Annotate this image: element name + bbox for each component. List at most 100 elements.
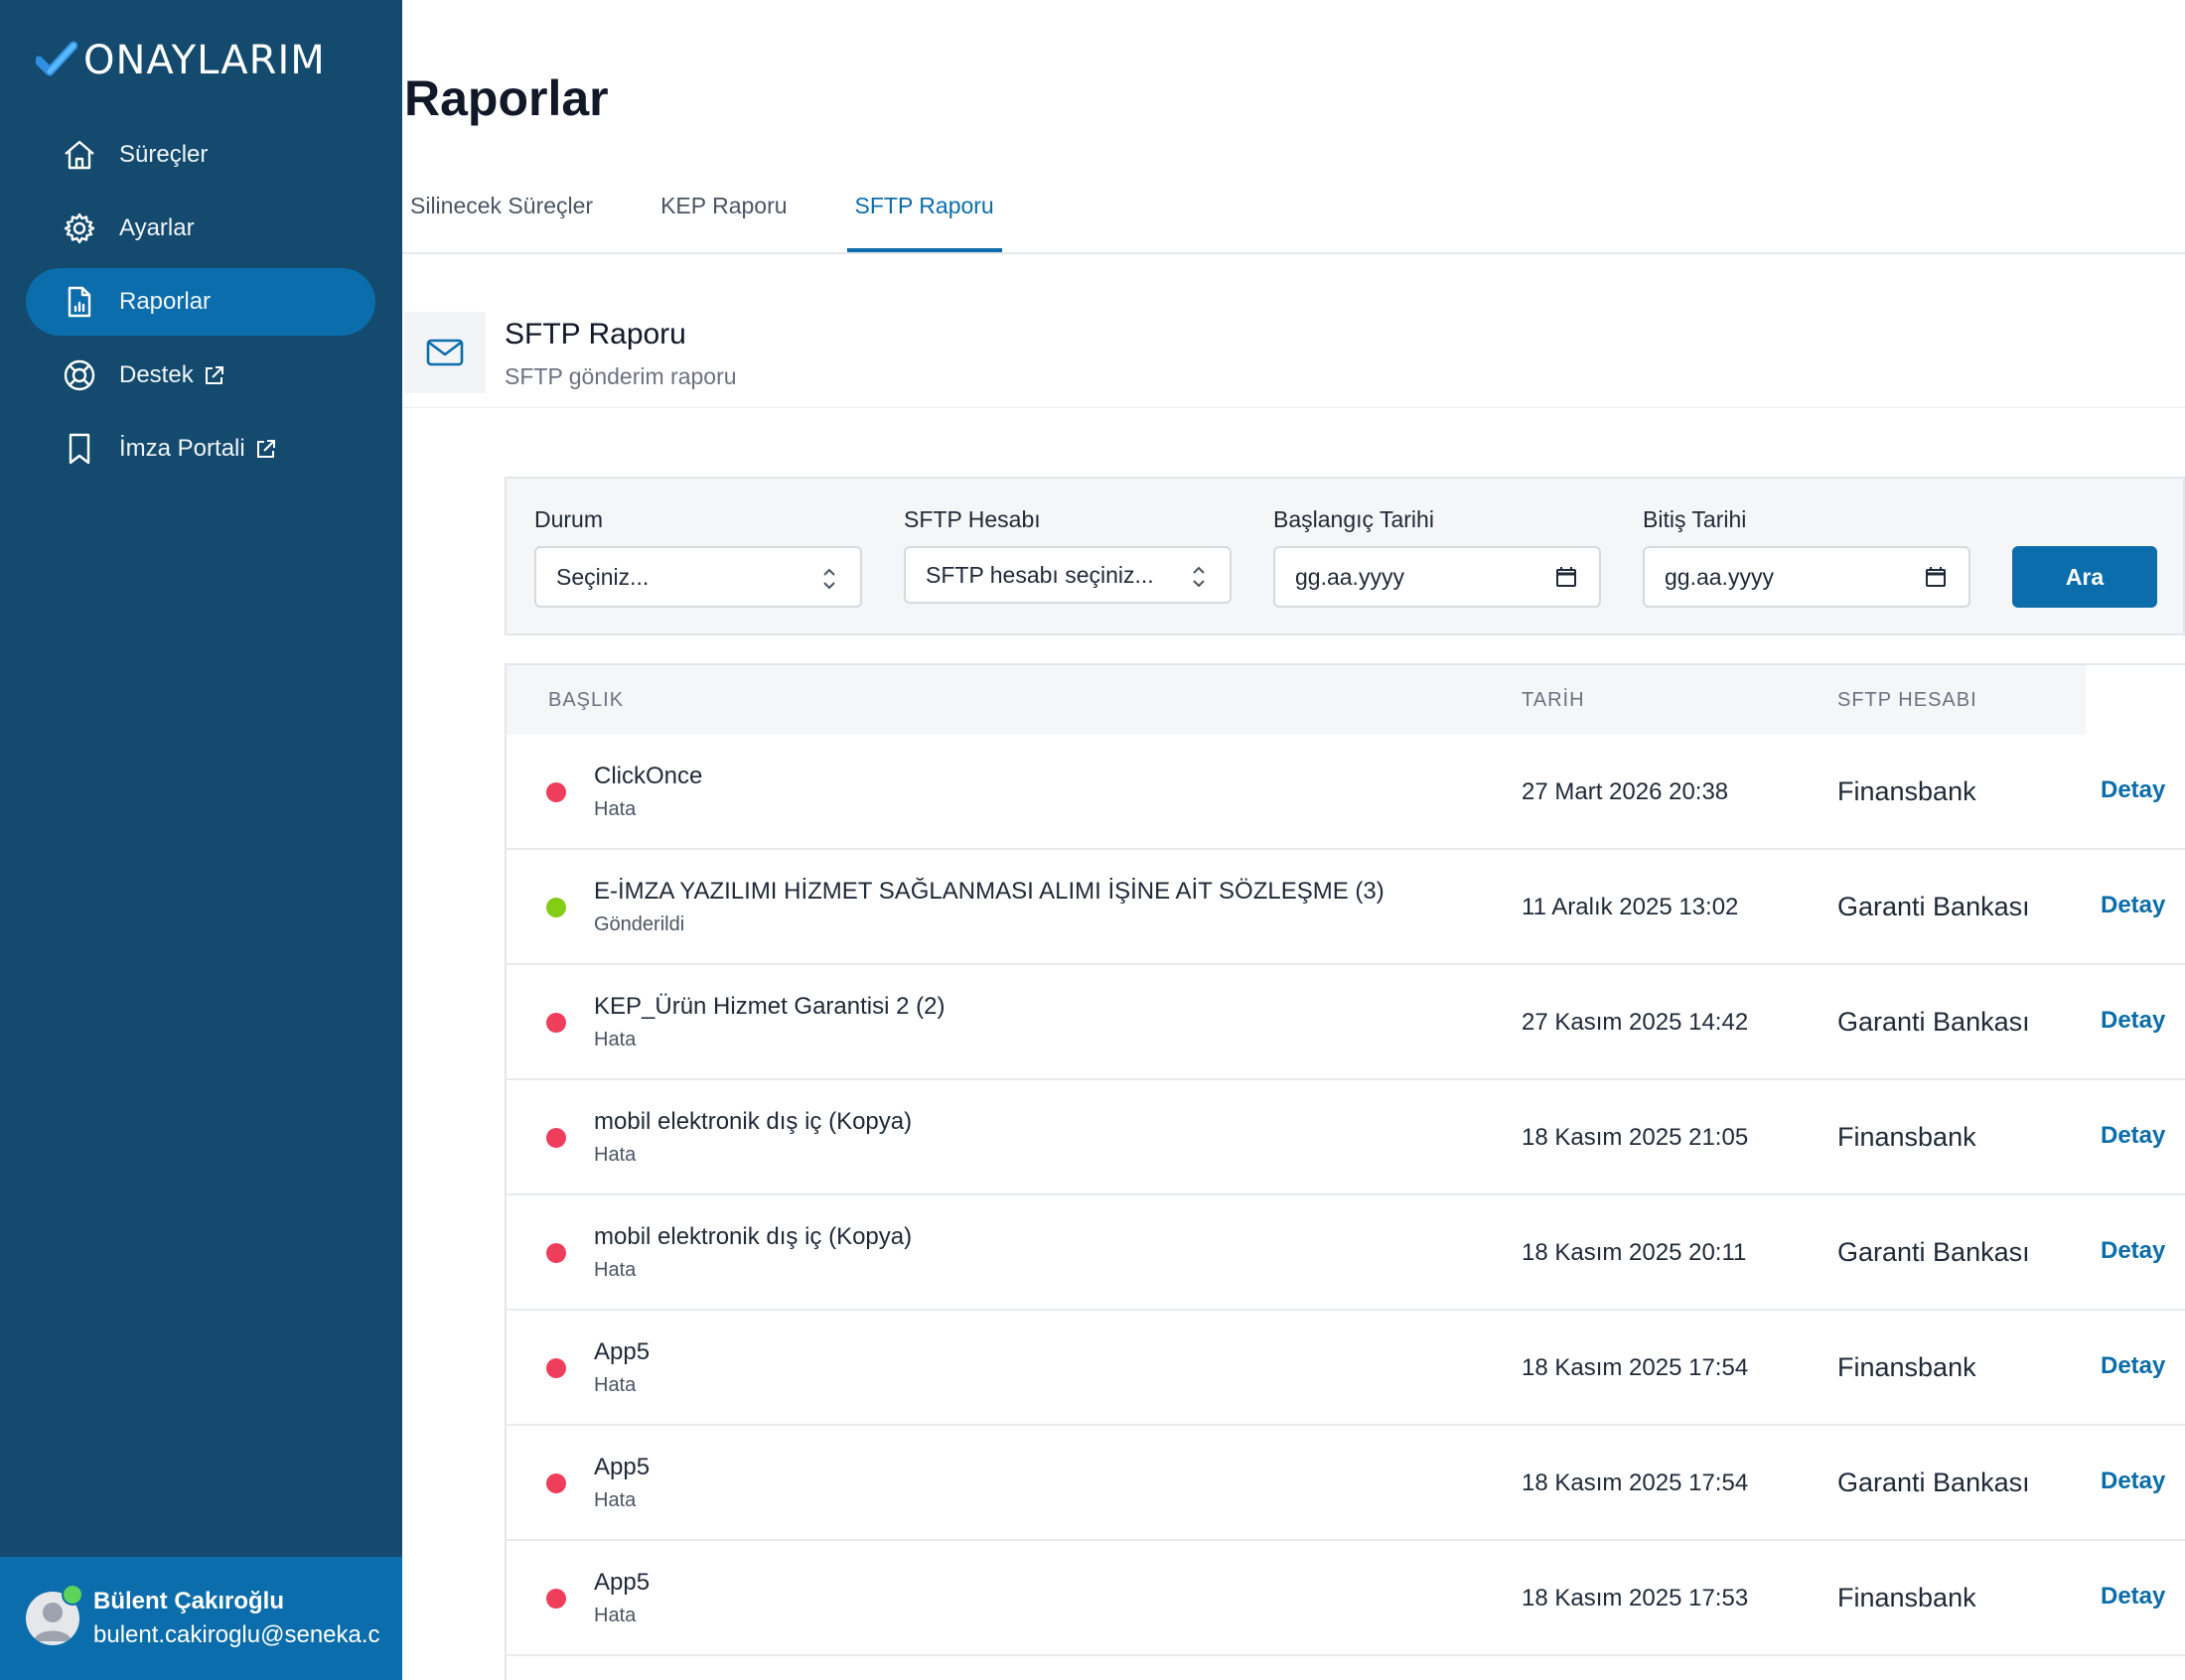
tab-kep-raporu[interactable]: KEP Raporu	[653, 185, 795, 242]
external-link-icon	[204, 364, 225, 386]
row-title: E-İMZA YAZILIMI HİZMET SAĞLANMASI ALIMI …	[594, 878, 1384, 905]
row-status: Gönderildi	[594, 913, 685, 935]
account-filter-label: SFTP Hesabı	[904, 506, 1041, 532]
table-row: ClickOnce Hata 27 Mart 2026 20:38 Finans…	[507, 735, 2185, 850]
brand-logo[interactable]: ONAYLARIM	[34, 38, 326, 83]
mail-icon	[404, 312, 486, 393]
detail-link[interactable]: Detay	[2101, 1352, 2165, 1380]
row-status: Hata	[594, 1374, 637, 1396]
sftp-account-select-value: SFTP hesabı seçiniz...	[926, 561, 1154, 588]
sidebar-item-label: İmza Portali	[119, 435, 245, 462]
bookmark-icon	[62, 431, 97, 467]
section-subtitle: SFTP gönderim raporu	[505, 363, 737, 389]
user-info: Bülent Çakıroğlu bulent.cakiroglu@seneka…	[93, 1588, 391, 1649]
row-account: Finansbank	[1837, 1352, 1976, 1382]
row-title: mobil elektronik dış iç (Kopya)	[594, 1108, 913, 1135]
sidebar: ONAYLARIM Süreçler Ayarlar Raporlar Dest…	[0, 0, 402, 1680]
start-date-input[interactable]: gg.aa.yyyy	[1273, 546, 1601, 608]
sidebar-item-label: Süreçler	[119, 141, 209, 168]
column-header-account: SFTP HESABI	[1837, 689, 1977, 711]
user-name: Bülent Çakıroğlu	[93, 1588, 285, 1614]
row-status: Hata	[594, 1489, 637, 1511]
status-dot	[546, 1013, 566, 1033]
search-button[interactable]: Ara	[2012, 546, 2157, 608]
row-date: 18 Kasım 2025 17:54	[1522, 1354, 1749, 1381]
row-account: Finansbank	[1837, 776, 1976, 806]
start-date-label: Başlangıç Tarihi	[1273, 506, 1434, 532]
filter-panel: Durum Seçiniz... SFTP Hesabı SFTP hesabı…	[505, 477, 2185, 635]
online-status-indicator	[62, 1584, 83, 1606]
row-date: 18 Kasım 2025 17:54	[1522, 1470, 1749, 1496]
status-select-value: Seçiniz...	[556, 563, 650, 590]
row-status: Hata	[594, 1605, 637, 1626]
detail-link[interactable]: Detay	[2101, 1237, 2165, 1265]
sftp-report-table: BAŞLIK TARİH SFTP HESABI ClickOnce Hata …	[505, 663, 2185, 1680]
row-account: Garanti Bankası	[1837, 892, 2030, 921]
table-row: E-İMZA YAZILIMI HİZMET SAĞLANMASI ALIMI …	[507, 850, 2185, 965]
row-status: Hata	[594, 1259, 637, 1281]
lifebuoy-icon	[62, 357, 97, 393]
end-date-input[interactable]: gg.aa.yyyy	[1643, 546, 1970, 608]
table-row: mobil elektronik dış iç (Kopya) Hata 18 …	[507, 1195, 2185, 1311]
tab-sftp-raporu[interactable]: SFTP Raporu	[846, 185, 1002, 252]
status-dot	[546, 782, 566, 802]
detail-link[interactable]: Detay	[2101, 1122, 2165, 1150]
tab-silinecek-surecler[interactable]: Silinecek Süreçler	[402, 185, 601, 242]
user-profile[interactable]: Bülent Çakıroğlu bulent.cakiroglu@seneka…	[0, 1557, 402, 1680]
section-title: SFTP Raporu	[505, 318, 686, 350]
table-row: mobil elektronik dış iç (Kopya) Hata 18 …	[507, 1080, 2185, 1195]
detail-link[interactable]: Detay	[2101, 1583, 2165, 1610]
report-tabs: Silinecek Süreçler KEP Raporu SFTP Rapor…	[402, 185, 2185, 254]
column-header-title: BAŞLIK	[548, 689, 625, 711]
home-icon	[62, 137, 97, 173]
table-row: App5 Hata 18 Kasım 2025 17:53 Finansbank…	[507, 1541, 2185, 1656]
row-date: 18 Kasım 2025 20:11	[1522, 1239, 1747, 1266]
sidebar-item-label: Ayarlar	[119, 214, 195, 241]
status-select[interactable]: Seçiniz...	[534, 546, 862, 608]
status-dot	[546, 1589, 566, 1609]
row-account: Finansbank	[1837, 1583, 1976, 1612]
row-account: Garanti Bankası	[1837, 1468, 2030, 1497]
calendar-icon[interactable]	[1555, 566, 1577, 594]
row-status: Hata	[594, 1144, 637, 1166]
sftp-account-select[interactable]: SFTP hesabı seçiniz...	[904, 546, 1232, 604]
row-date: 11 Aralık 2025 13:02	[1522, 894, 1739, 920]
sidebar-item-destek[interactable]: Destek	[26, 342, 375, 409]
row-account: Garanti Bankası	[1837, 1237, 2030, 1267]
updown-chevron-icon	[1190, 562, 1208, 598]
gear-icon	[62, 210, 97, 246]
row-account: Garanti Bankası	[1837, 1007, 2030, 1037]
table-row: App5 Hata 18 Kasım 2025 17:54 Garanti Ba…	[507, 1426, 2185, 1541]
row-title: App5	[594, 1569, 651, 1596]
table-header: BAŞLIK TARİH SFTP HESABI	[507, 665, 2086, 735]
detail-link[interactable]: Detay	[2101, 776, 2165, 804]
row-title: App5	[594, 1454, 651, 1480]
sidebar-item-label: Raporlar	[119, 288, 212, 315]
status-dot	[546, 898, 566, 917]
row-account: Finansbank	[1837, 1122, 1976, 1152]
row-title: KEP_Ürün Hizmet Garantisi 2 (2)	[594, 993, 946, 1020]
status-dot	[546, 1473, 566, 1493]
status-dot	[546, 1243, 566, 1263]
external-link-icon	[255, 438, 277, 460]
calendar-icon[interactable]	[1925, 566, 1947, 594]
end-date-label: Bitiş Tarihi	[1643, 506, 1747, 532]
status-dot	[546, 1128, 566, 1148]
table-row: App5 Hata 18 Kasım 2025 17:54 Finansbank…	[507, 1311, 2185, 1426]
section-header: SFTP Raporu SFTP gönderim raporu	[402, 312, 2185, 408]
detail-link[interactable]: Detay	[2101, 892, 2165, 919]
row-date: 18 Kasım 2025 17:53	[1522, 1585, 1749, 1611]
detail-link[interactable]: Detay	[2101, 1468, 2165, 1495]
sidebar-item-surecler[interactable]: Süreçler	[26, 121, 375, 189]
brand-name: ONAYLARIM	[83, 38, 326, 83]
detail-link[interactable]: Detay	[2101, 1007, 2165, 1035]
start-date-placeholder: gg.aa.yyyy	[1295, 563, 1404, 590]
table-row: KEP_Ürün Hizmet Garantisi 2 (2) Hata 27 …	[507, 965, 2185, 1080]
sidebar-item-raporlar[interactable]: Raporlar	[26, 268, 375, 336]
status-dot	[546, 1358, 566, 1378]
sidebar-item-ayarlar[interactable]: Ayarlar	[26, 195, 375, 262]
row-title: mobil elektronik dış iç (Kopya)	[594, 1223, 913, 1250]
row-date: 18 Kasım 2025 21:05	[1522, 1124, 1749, 1151]
row-title: App5	[594, 1338, 651, 1365]
sidebar-item-imza-portali[interactable]: İmza Portali	[26, 415, 375, 483]
